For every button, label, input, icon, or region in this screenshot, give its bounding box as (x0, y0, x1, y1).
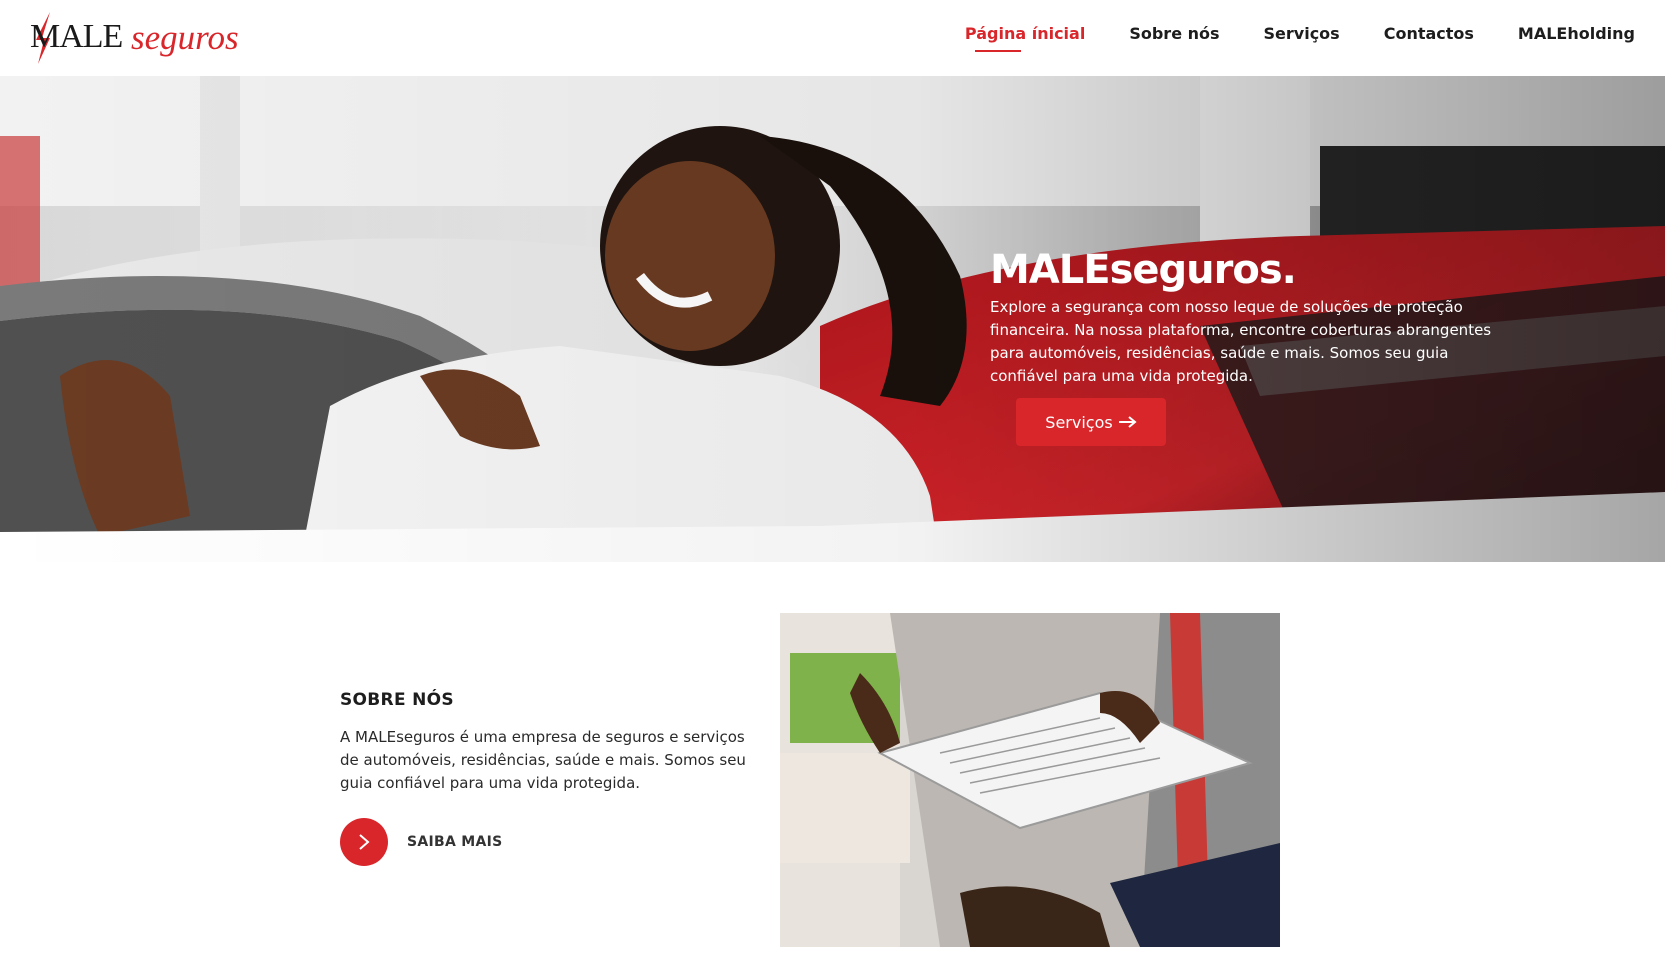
logo-text-main: MALE (30, 18, 123, 55)
saiba-mais-link[interactable]: SAIBA MAIS (340, 818, 503, 866)
nav-item-pagina-inicial[interactable]: Página ínicial (943, 24, 1107, 52)
about-section: SOBRE NÓS A MALEseguros é uma empresa de… (340, 690, 760, 866)
about-text: A MALEseguros é uma empresa de seguros e… (340, 728, 746, 792)
nav-item-sobre-nos[interactable]: Sobre nós (1107, 24, 1241, 43)
servicos-button[interactable]: Serviços (1016, 398, 1166, 446)
site-header: MALE seguros Página ínicial Sobre nós Se… (0, 0, 1665, 76)
nav-item-maleholding[interactable]: MALEholding (1496, 24, 1657, 43)
chevron-right-icon (340, 818, 388, 866)
hero-description: Explore a segurança com nosso leque de s… (990, 298, 1492, 385)
servicos-button-label: Serviços (1045, 412, 1113, 432)
hero-title: MALEseguros. (990, 247, 1297, 293)
hero-section: MALEseguros. Explore a segurança com nos… (0, 76, 1665, 562)
hero-content: MALEseguros. Explore a segurança com nos… (990, 246, 1510, 388)
brand-logo[interactable]: MALE seguros (28, 10, 248, 64)
logo-text-accent: seguros (131, 18, 239, 57)
arrow-right-icon (1118, 412, 1137, 433)
about-heading: SOBRE NÓS (340, 690, 454, 710)
main-nav: Página ínicial Sobre nós Serviços Contac… (943, 24, 1657, 52)
nav-item-servicos[interactable]: Serviços (1242, 24, 1362, 43)
saiba-mais-label: SAIBA MAIS (407, 834, 503, 850)
nav-item-contactos[interactable]: Contactos (1362, 24, 1496, 43)
documents-photo (780, 613, 1280, 947)
